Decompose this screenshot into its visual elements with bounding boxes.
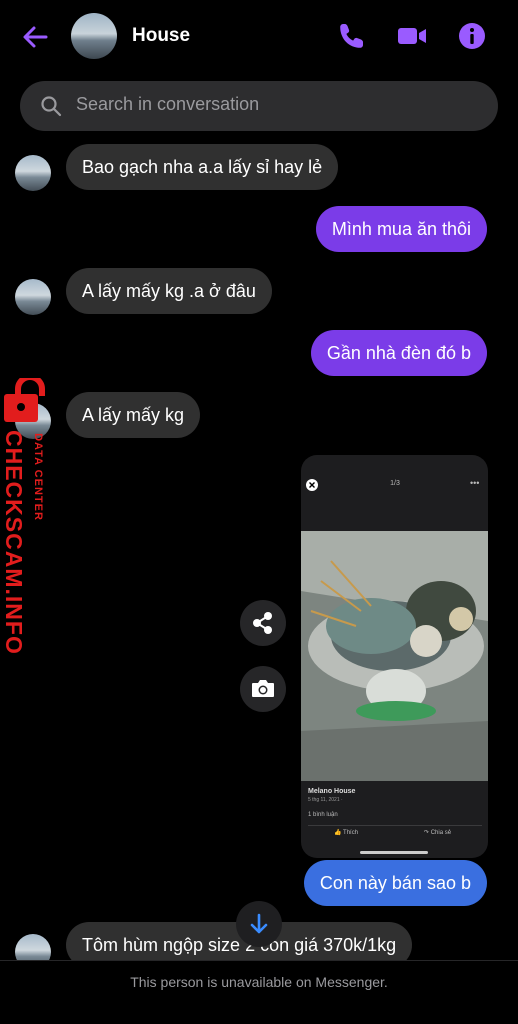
comment-count: 1 bình luận xyxy=(308,812,338,818)
divider xyxy=(308,825,482,826)
message-bubble-incoming[interactable]: A lấy mấy kg xyxy=(66,392,201,438)
image-counter: 1/3 xyxy=(390,480,400,487)
page-name: Melano House xyxy=(308,788,356,795)
message-bubble-incoming[interactable]: Bao gạch nha a.a lấy sỉ hay lẻ xyxy=(66,144,339,190)
home-indicator xyxy=(360,851,428,854)
contact-avatar[interactable] xyxy=(71,13,117,59)
post-date: 5 thg 11, 2021 · xyxy=(308,797,343,803)
share-label: Chia sẻ xyxy=(430,830,452,836)
like-button: 👍 Thích xyxy=(334,829,358,836)
share-icon xyxy=(253,612,272,634)
message-bubble-outgoing[interactable]: Mình mua ăn thôi xyxy=(315,206,487,252)
phone-icon[interactable] xyxy=(336,20,368,52)
like-icon: 👍 xyxy=(334,830,344,836)
watermark-subtext: DATA CENTER xyxy=(32,433,44,521)
conversation-title[interactable]: House xyxy=(132,25,190,47)
close-icon xyxy=(306,479,318,491)
more-icon: ••• xyxy=(470,478,480,488)
unavailable-notice: This person is unavailable on Messenger. xyxy=(130,974,388,990)
info-icon[interactable] xyxy=(456,20,488,52)
back-arrow-icon[interactable] xyxy=(20,22,50,52)
search-icon xyxy=(41,96,62,117)
footer-bar xyxy=(0,960,518,1024)
search-input[interactable]: Search in conversation xyxy=(76,94,259,115)
share-button: ↷ Chia sẻ xyxy=(424,829,451,836)
scroll-down-button[interactable] xyxy=(236,901,282,947)
share-arrow-icon: ↷ xyxy=(424,830,431,836)
message-bubble-outgoing[interactable]: Con này bán sao b xyxy=(303,860,487,906)
avatar xyxy=(15,155,51,191)
watermark-text: CHECKSCAM.INFO xyxy=(1,430,27,655)
share-button-round[interactable] xyxy=(240,600,286,646)
message-bubble-outgoing[interactable]: Gần nhà đèn đó b xyxy=(310,330,487,376)
avatar xyxy=(15,279,51,315)
video-icon[interactable] xyxy=(396,20,428,52)
message-bubble-incoming[interactable]: A lấy mấy kg .a ở đâu xyxy=(66,268,272,314)
like-label: Thích xyxy=(343,830,359,836)
camera-icon xyxy=(252,680,274,697)
divider xyxy=(0,960,518,961)
lobster-photo xyxy=(301,531,488,781)
camera-button[interactable] xyxy=(240,666,286,712)
arrow-down-icon xyxy=(250,913,268,934)
